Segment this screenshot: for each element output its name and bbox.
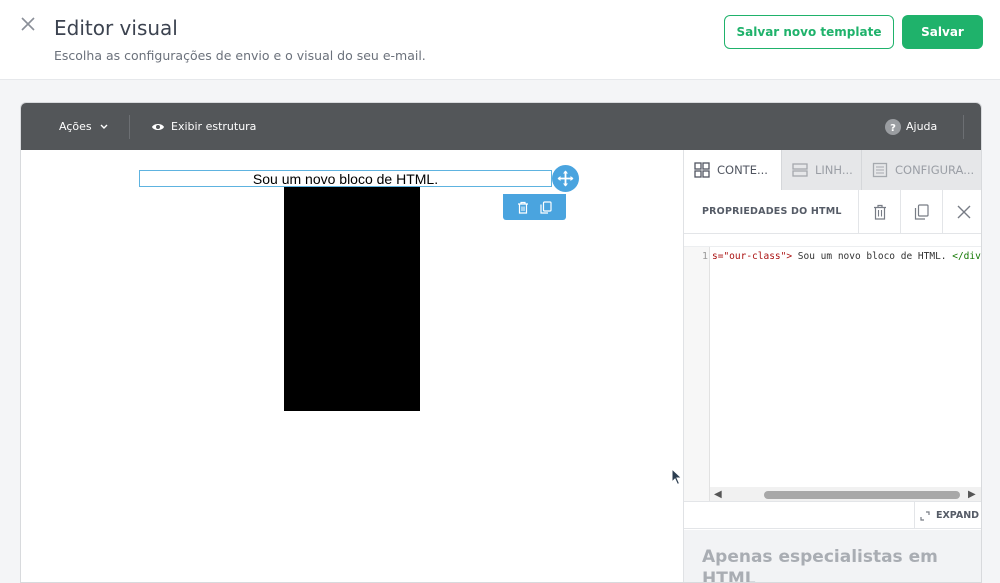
chevron-down-icon bbox=[100, 124, 108, 129]
help-label: Ajuda bbox=[906, 120, 938, 133]
properties-title: PROPRIEDADES DO HTML bbox=[702, 206, 842, 217]
tab-rows[interactable]: LINH... bbox=[782, 150, 862, 190]
html-code-editor[interactable]: 1 s="our-class"> Sou um novo bloco de HT… bbox=[684, 246, 981, 502]
expand-label: EXPAND bbox=[935, 510, 980, 521]
scroll-left-icon[interactable]: ◀ bbox=[714, 489, 722, 500]
html-block[interactable]: Sou um novo bloco de HTML. bbox=[139, 170, 552, 187]
toolbar-divider bbox=[129, 115, 130, 139]
code-line[interactable]: s="our-class"> Sou um novo bloco de HTML… bbox=[710, 251, 981, 262]
tab-label: CONFIGURA... bbox=[895, 163, 975, 177]
properties-panel: CONTE... LINH... CONFIGURA... PROPRIEDAD… bbox=[683, 150, 981, 582]
page-title: Editor visual bbox=[54, 16, 178, 40]
close-icon[interactable] bbox=[20, 15, 40, 35]
scrollbar-thumb[interactable] bbox=[764, 491, 960, 499]
email-canvas[interactable]: Sou um novo bloco de HTML. bbox=[21, 150, 683, 582]
trash-icon bbox=[873, 204, 886, 220]
expand-button[interactable]: EXPAND bbox=[914, 502, 981, 529]
email-editor: Ações Exibir estrutura ? Ajuda Sou um no… bbox=[20, 102, 982, 583]
eye-icon bbox=[152, 123, 164, 130]
scroll-right-icon[interactable]: ▶ bbox=[968, 489, 976, 500]
editor-toolbar: Ações Exibir estrutura ? Ajuda bbox=[21, 103, 981, 150]
rows-icon bbox=[792, 163, 808, 177]
close-properties-button[interactable] bbox=[942, 189, 981, 234]
html-experts-notice: Apenas especialistas em HTML bbox=[684, 530, 981, 582]
html-properties-header: PROPRIEDADES DO HTML bbox=[684, 189, 981, 234]
code-text: Sou um novo bloco de HTML. bbox=[792, 251, 953, 262]
panel-tabs: CONTE... LINH... CONFIGURA... bbox=[684, 150, 981, 190]
duplicate-icon[interactable] bbox=[540, 200, 552, 214]
image-block[interactable] bbox=[284, 187, 420, 411]
horizontal-scrollbar[interactable]: ◀ ▶ bbox=[710, 487, 981, 502]
save-new-template-button[interactable]: Salvar novo template bbox=[724, 15, 894, 49]
actions-menu[interactable]: Ações bbox=[59, 103, 108, 150]
tab-label: CONTE... bbox=[717, 163, 768, 177]
toolbar-divider bbox=[963, 115, 964, 139]
save-button[interactable]: Salvar bbox=[902, 15, 983, 49]
move-icon[interactable] bbox=[552, 165, 579, 192]
actions-label: Ações bbox=[59, 120, 92, 133]
html-block-text: Sou um novo bloco de HTML. bbox=[252, 170, 439, 187]
trash-icon[interactable] bbox=[517, 201, 529, 214]
duplicate-icon bbox=[914, 203, 929, 220]
svg-text:?: ? bbox=[890, 123, 896, 134]
show-structure-label: Exibir estrutura bbox=[171, 120, 257, 133]
help-icon: ? bbox=[885, 118, 901, 135]
tab-label: LINH... bbox=[815, 163, 853, 177]
settings-doc-icon bbox=[872, 162, 888, 178]
tab-content[interactable]: CONTE... bbox=[684, 150, 782, 190]
tab-settings[interactable]: CONFIGURA... bbox=[862, 150, 981, 190]
line-gutter: 1 bbox=[684, 247, 710, 502]
header: Editor visual Escolha as configurações d… bbox=[0, 0, 1000, 80]
close-icon bbox=[957, 205, 970, 218]
delete-block-button[interactable] bbox=[858, 189, 900, 234]
expand-icon bbox=[920, 510, 930, 521]
show-structure-toggle[interactable]: Exibir estrutura bbox=[151, 103, 256, 150]
help-button[interactable]: ? Ajuda bbox=[885, 103, 937, 150]
line-number: 1 bbox=[701, 251, 708, 262]
block-actions bbox=[503, 194, 566, 220]
duplicate-block-button[interactable] bbox=[900, 189, 942, 234]
page-subtitle: Escolha as configurações de envio e o vi… bbox=[54, 48, 426, 63]
code-attribute: s="our-class"> bbox=[712, 251, 793, 262]
grid-icon bbox=[694, 162, 710, 178]
code-close-tag: </div> bbox=[952, 251, 981, 262]
expand-bar: EXPAND bbox=[684, 501, 981, 529]
mouse-cursor-icon bbox=[671, 468, 683, 486]
